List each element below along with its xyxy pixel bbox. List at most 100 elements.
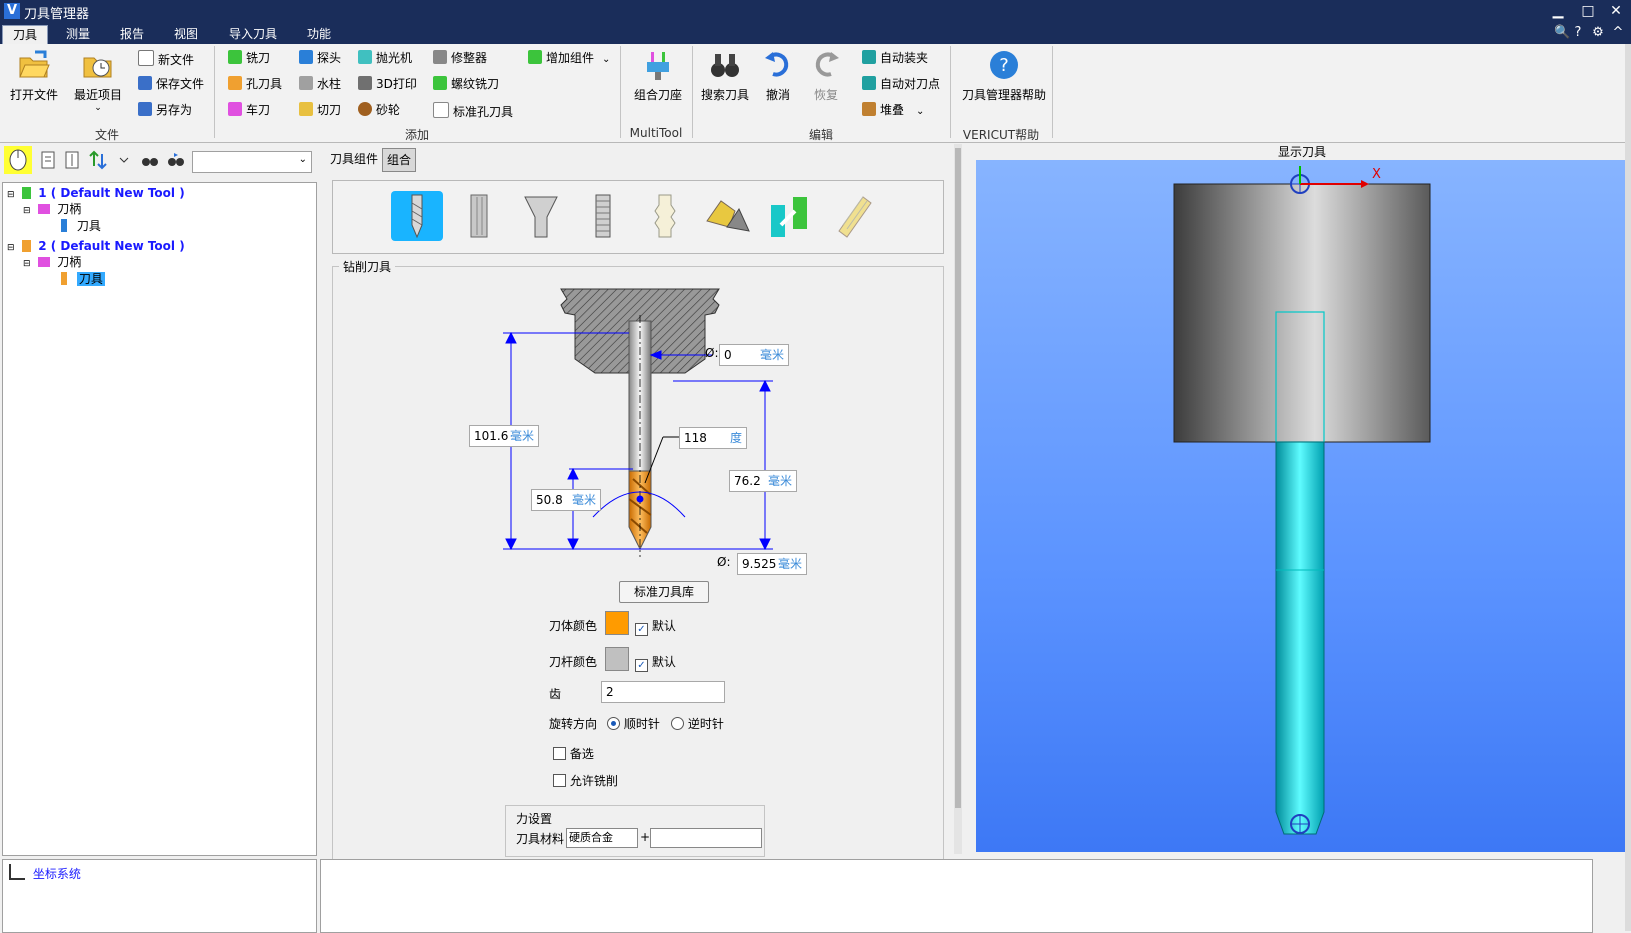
drill-type-icon[interactable] <box>391 191 443 241</box>
new-file-button[interactable]: 新文件 <box>138 50 194 67</box>
tab-assembly[interactable]: 组合 <box>382 148 417 172</box>
center-scrollbar[interactable] <box>954 144 962 854</box>
polisher-button[interactable]: 抛光机 <box>358 50 412 66</box>
tab-report[interactable]: 报告 <box>110 25 154 44</box>
bottom-diameter-input[interactable]: 9.525 毫米 <box>737 553 807 575</box>
collapse-icon[interactable]: ^ <box>1610 25 1626 41</box>
teeth-input[interactable]: 2 <box>601 681 725 703</box>
expand-toggle-icon[interactable]: ⊟ <box>23 206 31 216</box>
expand-toggle-icon[interactable]: ⊟ <box>7 243 15 253</box>
lathe-tool-button[interactable]: 车刀 <box>228 102 270 118</box>
tool-3d-viewport[interactable]: 显示刀具 X <box>976 145 1625 852</box>
waterjet-button[interactable]: 水柱 <box>299 76 341 92</box>
countersink-type-icon[interactable] <box>515 191 567 241</box>
collapse-all-icon[interactable] <box>62 150 82 170</box>
save-as-button[interactable]: 另存为 <box>138 102 192 118</box>
cutoff-button[interactable]: 切刀 <box>299 102 341 118</box>
custom-revolve-type-icon[interactable] <box>763 191 815 241</box>
hole-tool-icon <box>228 76 242 90</box>
redo-button[interactable]: 恢复 <box>806 48 846 103</box>
body-color-swatch[interactable] <box>605 611 629 635</box>
3d-print-button[interactable]: 3D打印 <box>358 76 417 92</box>
shank-color-default-checkbox[interactable]: ✓ <box>635 659 648 672</box>
help-icon[interactable]: ? <box>1570 25 1586 41</box>
tool-holder-assembly-button[interactable]: 组合刀座 <box>630 48 686 103</box>
rotation-cw-option[interactable]: 顺时针 <box>607 715 660 732</box>
expand-toggle-icon[interactable]: ⊟ <box>23 259 31 269</box>
grinding-tool-type-icon[interactable] <box>825 191 877 241</box>
find-icon[interactable] <box>140 150 160 170</box>
recent-items-button[interactable]: 最近项目 ⌄ <box>70 48 126 113</box>
recent-items-label: 最近项目 <box>73 88 122 102</box>
search-tools-button[interactable]: 搜索刀具 <box>698 48 752 103</box>
multitool-group-label: MultiTool <box>629 126 683 140</box>
overall-length-input[interactable]: 101.6 毫米 <box>469 425 539 447</box>
open-file-button[interactable]: 打开文件 <box>6 48 62 103</box>
tab-tool-component[interactable]: 刀具组件 <box>326 148 382 170</box>
minimize-button[interactable]: ▁ <box>1547 2 1569 20</box>
alternate-checkbox[interactable] <box>553 747 566 760</box>
probe-button[interactable]: 探头 <box>299 50 341 66</box>
sort-icon[interactable] <box>88 150 108 170</box>
center-scrollbar-thumb[interactable] <box>955 148 961 808</box>
find-next-icon[interactable] <box>166 150 186 170</box>
tab-view[interactable]: 视图 <box>164 25 208 44</box>
save-file-button[interactable]: 保存文件 <box>138 76 204 92</box>
standard-hole-tool-button[interactable]: 标准孔刀具 <box>433 102 513 119</box>
tab-import-tools[interactable]: 导入刀具 <box>219 25 287 44</box>
auto-touch-point-button[interactable]: 自动对刀点 <box>862 76 940 92</box>
alternate-option[interactable]: 备选 <box>553 745 594 762</box>
maximize-button[interactable]: □ <box>1577 2 1599 20</box>
body-color-default[interactable]: ✓ 默认 <box>635 617 676 636</box>
rotation-cw-radio[interactable] <box>607 717 620 730</box>
tree-item-holder-1[interactable]: ⊟ 刀柄 <box>23 201 81 219</box>
select-mode-icon[interactable] <box>4 146 32 174</box>
stack-button[interactable]: 堆叠 ⌄ <box>862 102 924 118</box>
mill-tool-button[interactable]: 铣刀 <box>228 50 270 66</box>
tree-item-cutter-2[interactable]: 刀具 <box>61 271 105 287</box>
cutting-length-input[interactable]: 50.8 毫米 <box>531 489 601 511</box>
hole-tool-button[interactable]: 孔刀具 <box>228 76 282 92</box>
form-tool-type-icon[interactable] <box>639 191 691 241</box>
end-mill-type-icon[interactable] <box>453 191 505 241</box>
expand-toggle-icon[interactable]: ⊟ <box>7 190 15 200</box>
rotation-ccw-radio[interactable] <box>671 717 684 730</box>
tool-manager-help-button[interactable]: ? 刀具管理器帮助 <box>956 48 1052 103</box>
top-diameter-input[interactable]: 0 毫米 <box>719 344 789 366</box>
file-group-label: 文件 <box>94 128 119 142</box>
tree-item-coordinate-systems[interactable]: 坐标系统 <box>9 864 81 882</box>
auto-clamp-button[interactable]: 自动装夹 <box>862 50 928 66</box>
tab-measure[interactable]: 测量 <box>56 25 100 44</box>
coordinate-system-icon <box>9 864 25 880</box>
allow-milling-checkbox[interactable] <box>553 774 566 787</box>
tab-functions[interactable]: 功能 <box>297 25 341 44</box>
point-angle-input[interactable]: 118 度 <box>679 427 747 449</box>
sort-dropdown-icon[interactable] <box>114 150 134 170</box>
tab-tools[interactable]: 刀具 <box>2 25 49 45</box>
grinding-wheel-button[interactable]: 砂轮 <box>358 102 400 118</box>
search-icon[interactable]: 🔍 <box>1554 25 1570 41</box>
rotation-ccw-option[interactable]: 逆时针 <box>671 715 724 732</box>
shank-color-default[interactable]: ✓ 默认 <box>635 653 676 672</box>
tree-item-holder-2[interactable]: ⊟ 刀柄 <box>23 254 81 272</box>
body-color-default-checkbox[interactable]: ✓ <box>635 623 648 636</box>
standard-tool-library-button[interactable]: 标准刀具库 <box>619 581 709 603</box>
insert-type-icon[interactable] <box>701 191 753 241</box>
flute-length-input[interactable]: 76.2 毫米 <box>729 470 797 492</box>
expand-all-icon[interactable] <box>38 150 58 170</box>
tree-search-combo[interactable]: ⌄ <box>192 151 312 173</box>
gear-icon[interactable]: ⚙ <box>1590 25 1606 41</box>
allow-milling-option[interactable]: 允许铣削 <box>553 772 618 789</box>
dresser-button[interactable]: 修整器 <box>433 50 487 66</box>
tool-material-select[interactable]: 硬质合金 <box>566 828 638 848</box>
close-button[interactable]: ✕ <box>1605 2 1627 20</box>
tap-type-icon[interactable] <box>577 191 629 241</box>
thread-mill-button[interactable]: 螺纹铣刀 <box>433 76 499 92</box>
tree-item-cutter-1[interactable]: 刀具 <box>61 218 101 234</box>
teeth-label: 齿 <box>549 687 562 701</box>
shank-color-swatch[interactable] <box>605 647 629 671</box>
tool-material-extra-input[interactable] <box>650 828 762 848</box>
cutoff-label: 切刀 <box>317 103 342 117</box>
undo-button[interactable]: 撤消 <box>758 48 798 103</box>
add-component-button[interactable]: 增加组件 ⌄ <box>528 50 610 66</box>
